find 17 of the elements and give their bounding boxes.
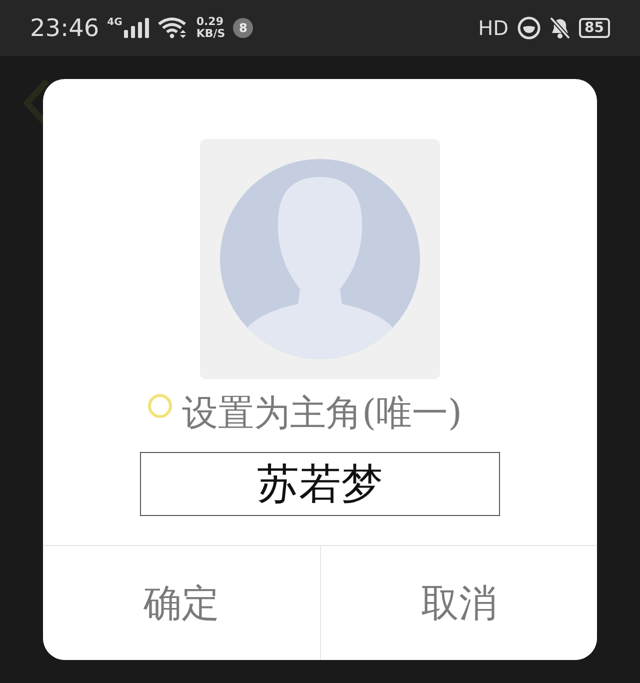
data-speed: 0.29 bbox=[196, 16, 224, 28]
signal-icon bbox=[124, 18, 150, 38]
avatar-placeholder-icon bbox=[220, 159, 420, 359]
notification-count: 8 bbox=[233, 18, 254, 38]
speed-unit: KB/S bbox=[196, 28, 226, 40]
battery-indicator: 85 bbox=[578, 18, 610, 38]
cancel-button[interactable]: 取消 bbox=[320, 546, 597, 660]
name-input-field[interactable]: 苏若梦 bbox=[140, 452, 500, 516]
circle-status-icon bbox=[516, 16, 541, 40]
mute-bell-icon bbox=[548, 16, 571, 40]
clock-time: 23:46 bbox=[30, 14, 100, 42]
wifi-icon bbox=[158, 17, 188, 39]
back-chevron-icon[interactable] bbox=[22, 78, 52, 128]
hd-label: HD bbox=[478, 16, 509, 40]
radio-label: 设置为主角(唯一) bbox=[182, 392, 462, 436]
radio-button[interactable] bbox=[148, 394, 172, 418]
network-type: 4G bbox=[107, 16, 122, 28]
